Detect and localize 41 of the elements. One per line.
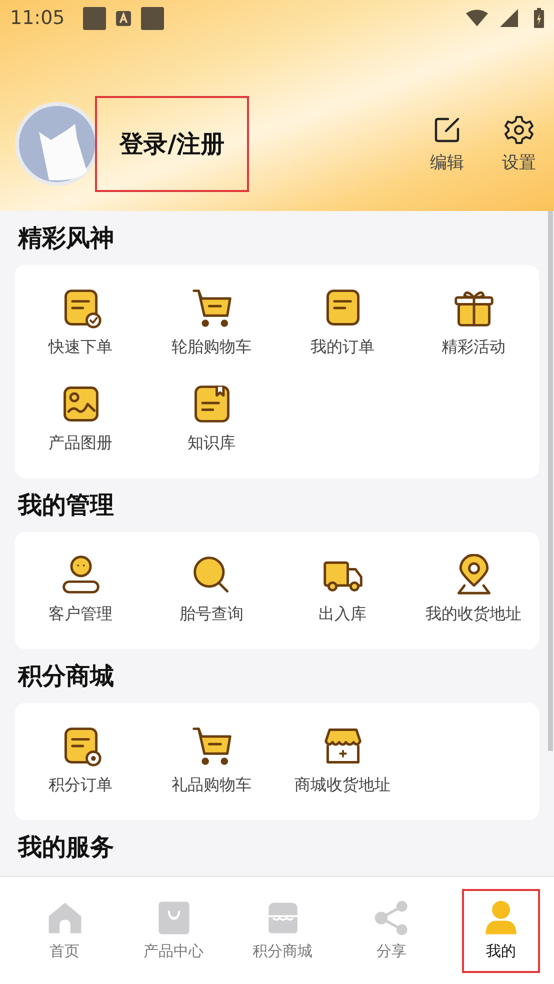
menu-item[interactable]: 精彩活动 (408, 287, 539, 358)
notification-icon (140, 6, 164, 30)
menu-item[interactable]: 轮胎购物车 (146, 287, 277, 358)
share-icon (374, 900, 410, 936)
bag-icon (156, 900, 192, 936)
menu-item[interactable]: 知识库 (146, 383, 277, 454)
settings-button[interactable]: 设置 (502, 114, 536, 174)
tab[interactable]: 首页 (10, 888, 119, 972)
wifi-icon (466, 9, 488, 27)
settings-icon (504, 114, 534, 144)
menu-item[interactable]: 积分订单 (15, 725, 146, 796)
cart-icon (190, 725, 232, 767)
menu-item[interactable]: 礼品购物车 (146, 725, 277, 796)
person-icon (483, 900, 519, 936)
menu-item[interactable]: 胎号查询 (146, 554, 277, 625)
tab[interactable]: 分享 (337, 888, 446, 972)
menu-item[interactable]: 快速下单 (15, 287, 146, 358)
menu-item[interactable]: 客户管理 (15, 554, 146, 625)
notification-icon (82, 6, 106, 30)
edit-button[interactable]: 编辑 (430, 114, 464, 174)
status-time: 11:05 (10, 7, 65, 29)
cart-icon (190, 287, 232, 329)
menu-item[interactable]: 商城收货地址 (277, 725, 408, 796)
tab[interactable]: 我的 (462, 888, 540, 972)
section-title: 我的服务 (16, 832, 115, 863)
signal-icon (498, 9, 520, 27)
avatar[interactable] (15, 102, 99, 186)
keyboard-icon (116, 10, 131, 26)
section-title: 积分商城 (16, 661, 115, 692)
menu-item[interactable]: 我的订单 (277, 287, 408, 358)
login-link[interactable]: 登录/注册 (120, 128, 224, 160)
tab[interactable]: 积分商城 (228, 888, 337, 972)
person-icon (60, 554, 102, 596)
menu-item[interactable]: 出入库 (277, 554, 408, 625)
section-title: 我的管理 (16, 490, 115, 521)
menu-item[interactable]: 产品图册 (15, 383, 146, 454)
battery-icon (534, 8, 544, 28)
tab[interactable]: 产品中心 (119, 888, 228, 972)
section-title: 精彩风神 (16, 223, 115, 254)
menu-item[interactable]: 我的收货地址 (408, 554, 539, 625)
home-icon (46, 900, 82, 936)
